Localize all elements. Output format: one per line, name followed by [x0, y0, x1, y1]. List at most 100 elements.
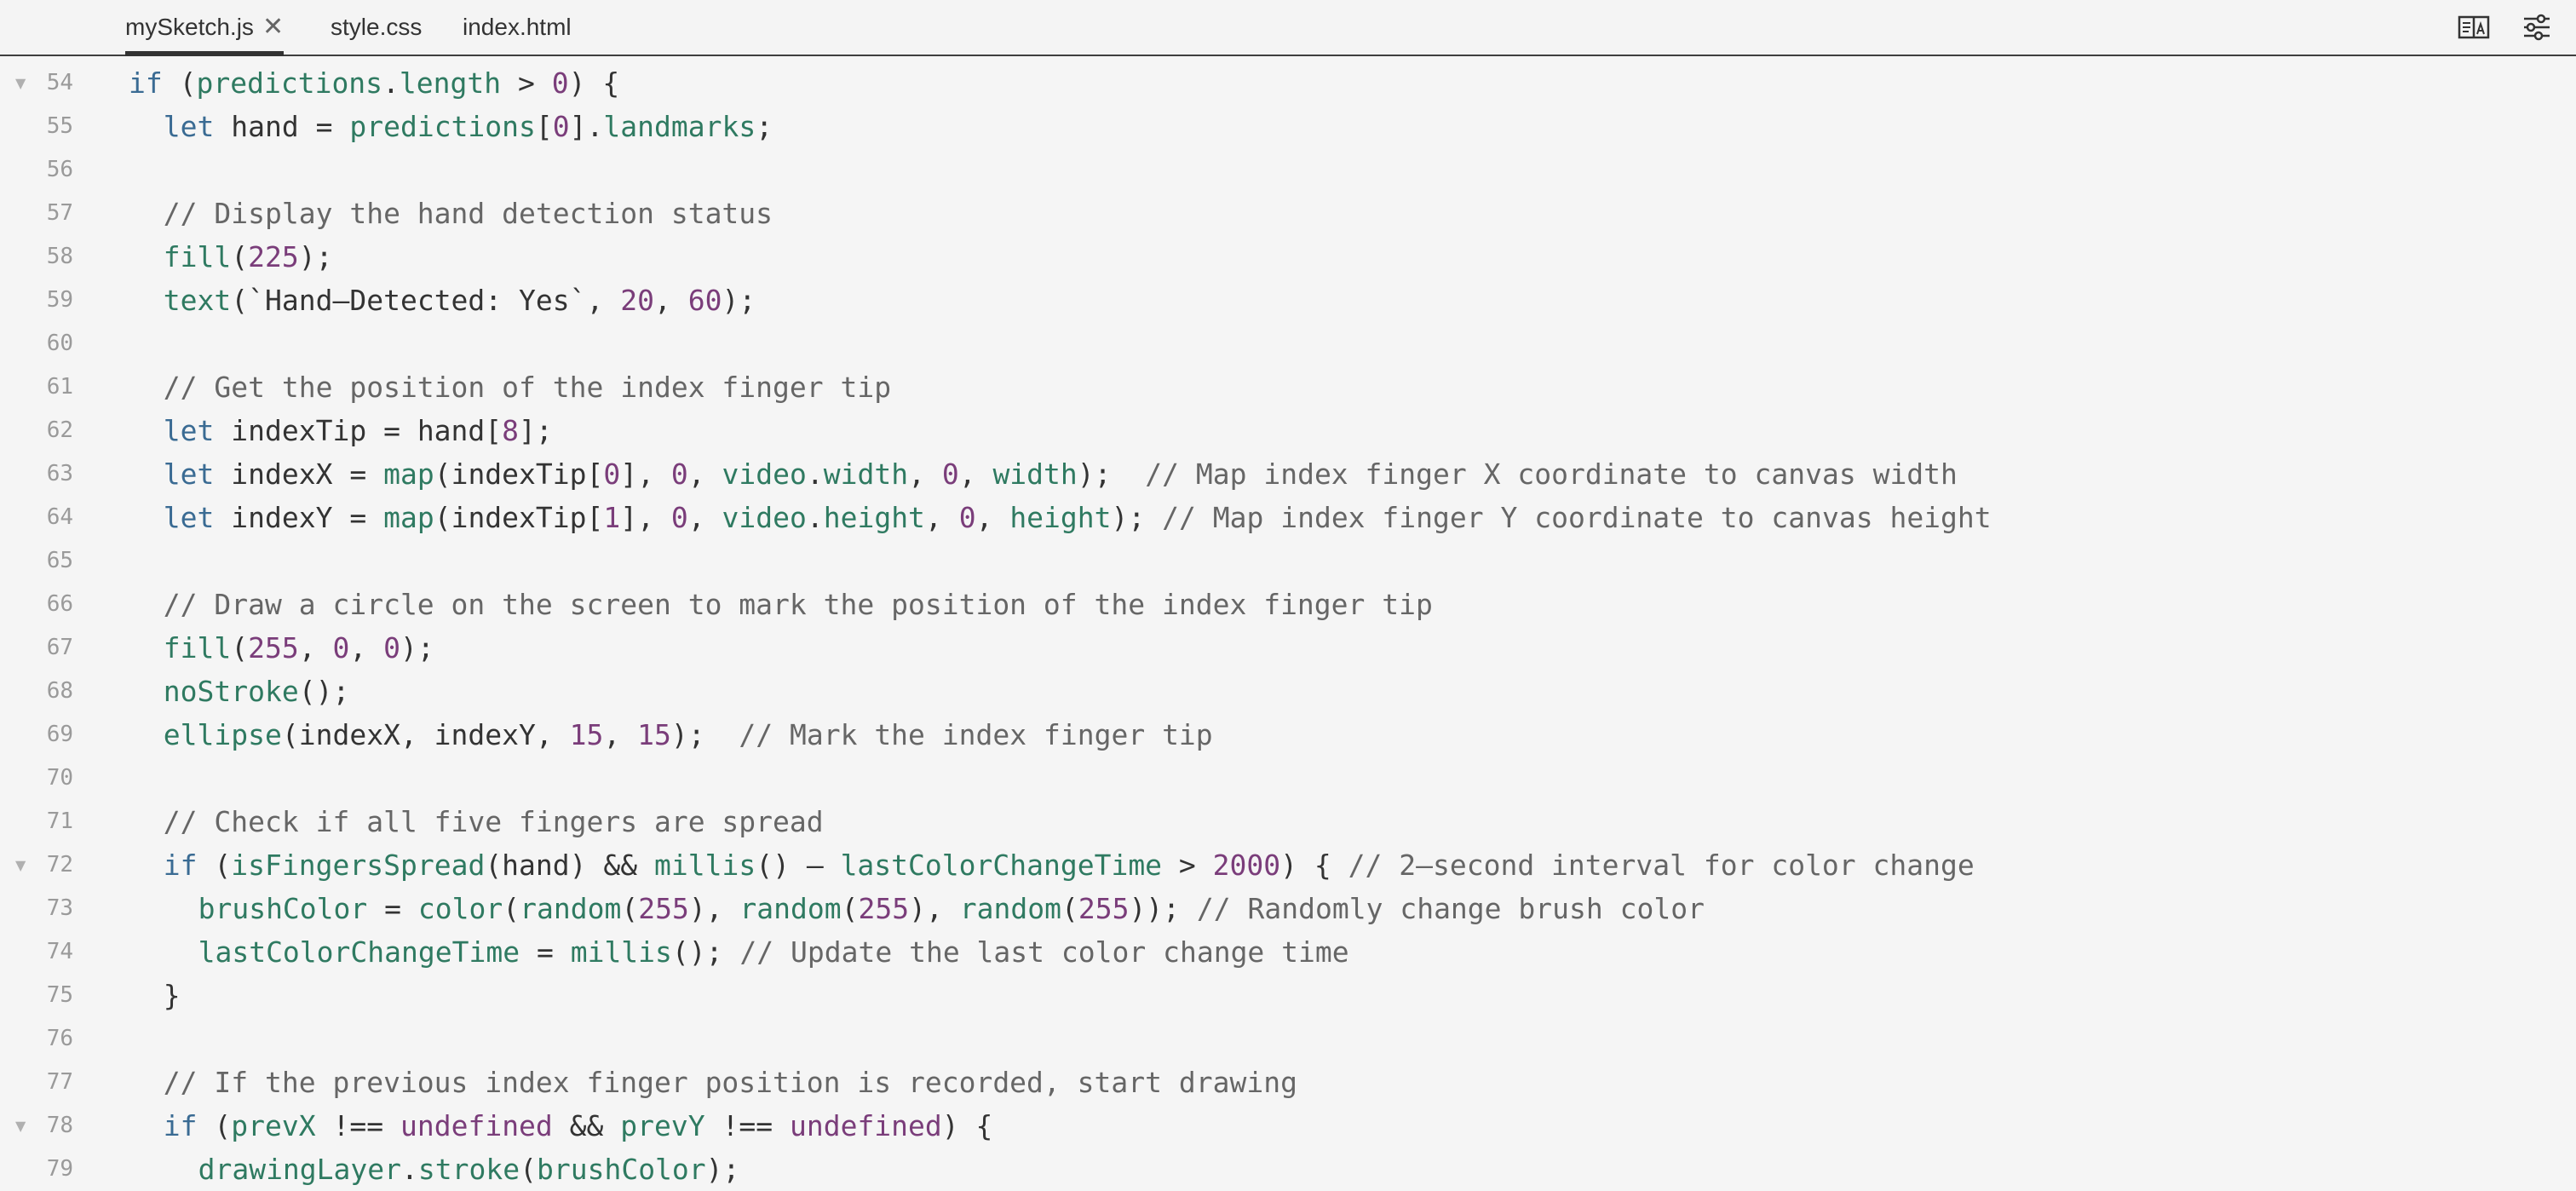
code-text: let indexY = map(indexTip[1], 0, video.h…: [164, 496, 1992, 539]
code-line[interactable]: 74 lastColorChangeTime = millis(); // Upd…: [0, 930, 2576, 974]
code-token: ,: [908, 457, 942, 491]
code-token: );: [1111, 501, 1163, 534]
line-number: 78: [46, 1113, 73, 1138]
code-token: 60: [687, 284, 722, 317]
code-token: &&: [552, 1109, 621, 1142]
code-line[interactable]: 66 // Draw a circle on the screen to mark…: [0, 583, 2576, 626]
code-token: ),: [688, 892, 740, 925]
code-line[interactable]: 68 noStroke();: [0, 670, 2576, 713]
code-token: 255: [638, 892, 689, 925]
code-token: ,: [349, 631, 384, 665]
code-text: // Draw a circle on the screen to mark t…: [164, 583, 1433, 626]
code-token: 2000: [1212, 849, 1281, 882]
code-text: let indexX = map(indexTip[0], 0, video.w…: [164, 452, 1958, 496]
code-token: (: [162, 66, 197, 100]
code-line[interactable]: 63 let indexX = map(indexTip[0], 0, video…: [0, 452, 2576, 496]
settings-sliders-icon[interactable]: [2520, 12, 2554, 43]
code-line[interactable]: 65: [0, 539, 2576, 583]
code-line[interactable]: 56: [0, 148, 2576, 192]
code-token: 0: [383, 631, 401, 665]
code-text: text(`Hand—Detected: Yes`, 20, 60);: [164, 279, 756, 322]
code-token: text: [163, 284, 232, 317]
code-token: 1: [603, 501, 621, 534]
code-token: millis: [654, 849, 756, 882]
code-token: !==: [315, 1109, 400, 1142]
tab-label: index.html: [463, 14, 572, 40]
code-token: // Map index finger Y coordinate to canv…: [1162, 501, 1992, 534]
code-token: 20: [620, 284, 654, 317]
line-number: 58: [46, 244, 73, 269]
code-text: // Display the hand detection status: [164, 192, 773, 235]
code-token: height: [823, 501, 925, 534]
code-token: lastColorChangeTime: [840, 849, 1163, 882]
code-token: ,: [975, 501, 1010, 534]
code-token: let: [163, 457, 215, 491]
code-token: width: [823, 457, 909, 491]
code-line[interactable]: 58 fill(225);: [0, 235, 2576, 279]
code-token: (indexTip[: [434, 457, 604, 491]
code-line[interactable]: 57 // Display the hand detection status: [0, 192, 2576, 235]
code-token: ellipse: [163, 718, 282, 751]
close-icon[interactable]: ✕: [262, 14, 284, 40]
code-line[interactable]: 76: [0, 1017, 2576, 1061]
fold-toggle-icon[interactable]: ▼: [15, 61, 27, 105]
tab-style-css[interactable]: style.css: [331, 0, 422, 55]
tab-bar: mySketch.js ✕ style.css index.html: [0, 0, 2576, 56]
line-number: 76: [46, 1026, 73, 1051]
code-token: noStroke: [163, 675, 299, 708]
fold-toggle-icon[interactable]: ▼: [15, 843, 27, 887]
code-line[interactable]: 69 ellipse(indexX, indexY, 15, 15); // Ma…: [0, 713, 2576, 757]
code-line[interactable]: 59 text(`Hand—Detected: Yes`, 20, 60);: [0, 279, 2576, 322]
code-token: height: [1009, 501, 1112, 534]
layout-toggle-icon[interactable]: [2457, 12, 2491, 43]
code-line[interactable]: 64 let indexY = map(indexTip[1], 0, video…: [0, 496, 2576, 539]
tab-mysketch-js[interactable]: mySketch.js ✕: [125, 0, 285, 56]
code-token: predictions: [349, 110, 536, 143]
line-number: 72: [46, 852, 73, 877]
code-token: if: [163, 1109, 198, 1142]
code-token: length: [399, 66, 502, 100]
code-token: undefined: [789, 1109, 942, 1142]
code-token: // 2—second interval for color change: [1348, 849, 1975, 882]
line-number: 69: [46, 722, 73, 747]
tab-label: mySketch.js: [125, 14, 254, 40]
code-line[interactable]: 70: [0, 757, 2576, 800]
fold-toggle-icon[interactable]: ▼: [15, 1104, 27, 1148]
code-line[interactable]: 61 // Get the position of the index finge…: [0, 365, 2576, 409]
code-token: ,: [687, 457, 722, 491]
code-editor[interactable]: ▼ 54 if (predictions.length > 0) {55 let ha…: [0, 56, 2576, 1191]
code-token: (indexX, indexY,: [281, 718, 570, 751]
code-line[interactable]: 67 fill(255, 0, 0);: [0, 626, 2576, 670]
code-line[interactable]: 55 let hand = predictions[0].landmarks;: [0, 105, 2576, 148]
code-text: // Get the position of the index finger …: [164, 365, 891, 409]
code-line[interactable]: 60: [0, 322, 2576, 365]
code-line[interactable]: 73 brushColor = color(random(255), random…: [0, 887, 2576, 930]
code-token: ) {: [1280, 849, 1348, 882]
code-line[interactable]: 77 // If the previous index finger positi…: [0, 1061, 2576, 1104]
code-token: ) {: [568, 66, 620, 100]
code-token: );: [1077, 457, 1146, 491]
code-token: 225: [248, 240, 299, 273]
code-token: fill: [163, 240, 232, 273]
code-token: // Display the hand detection status: [163, 197, 773, 230]
code-line[interactable]: ▼ 54 if (predictions.length > 0) {: [0, 61, 2576, 105]
code-token: landmarks: [603, 110, 756, 143]
line-number: 62: [46, 417, 73, 443]
code-line[interactable]: 71 // Check if all five fingers are sprea…: [0, 800, 2576, 843]
code-token: 255: [858, 892, 910, 925]
code-token: (`Hand—Detected: Yes`,: [231, 284, 621, 317]
code-token: brushColor: [536, 1153, 706, 1186]
code-line[interactable]: 62 let indexTip = hand[8];: [0, 409, 2576, 452]
code-line[interactable]: 79 drawingLayer.stroke(brushColor);: [0, 1148, 2576, 1191]
line-number: 65: [46, 548, 73, 573]
code-token: (: [503, 892, 520, 925]
code-token: stroke: [417, 1153, 520, 1186]
tab-index-html[interactable]: index.html: [463, 0, 572, 55]
code-line[interactable]: ▼ 72 if (isFingersSpread(hand) && millis()…: [0, 843, 2576, 887]
code-line[interactable]: ▼ 78 if (prevX !== undefined && prevY !== …: [0, 1104, 2576, 1148]
code-token: // Draw a circle on the screen to mark t…: [163, 588, 1433, 621]
code-token: =: [520, 935, 571, 969]
code-token: >: [501, 66, 552, 100]
code-line[interactable]: 75}: [0, 974, 2576, 1017]
code-token: random: [959, 892, 1061, 925]
